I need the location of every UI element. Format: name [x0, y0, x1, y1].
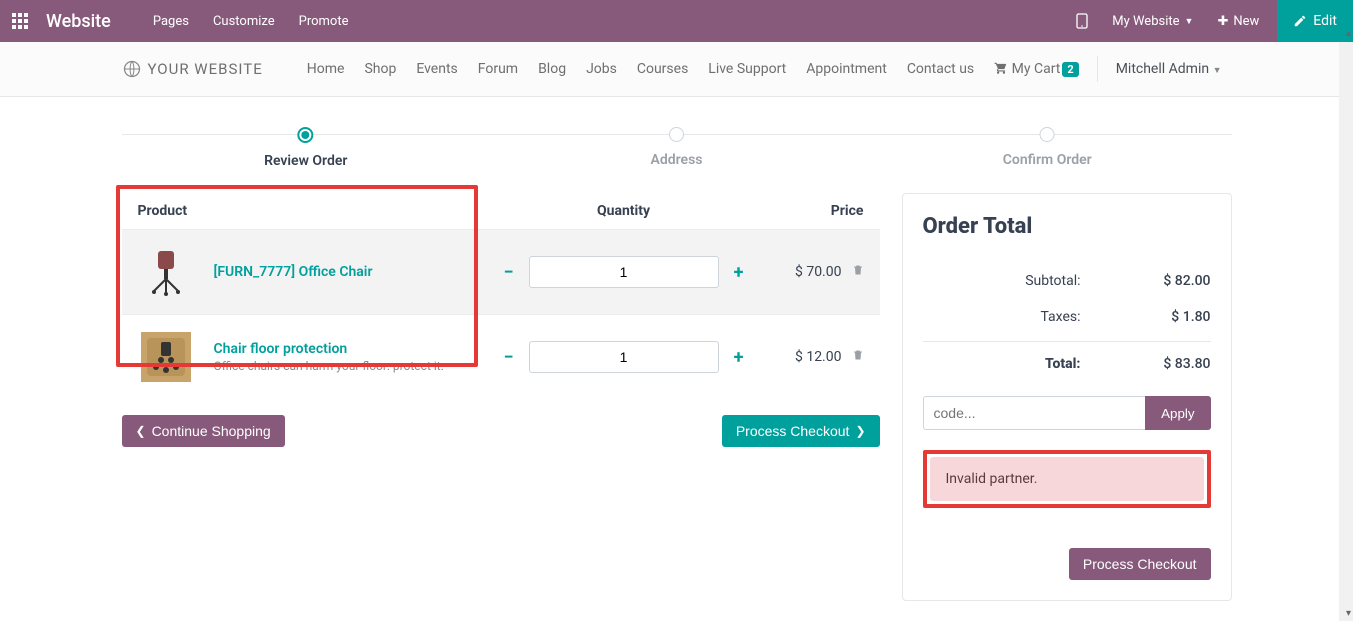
subtotal-value: $ 82.00	[1111, 273, 1211, 289]
pencil-icon	[1293, 14, 1307, 28]
error-alert: Invalid partner.	[930, 457, 1204, 501]
order-total-box: Order Total Subtotal:$ 82.00 Taxes:$ 1.8…	[902, 193, 1232, 601]
cart-line-item: Chair floor protection Office chairs can…	[122, 314, 880, 399]
line-price: $ 70.00	[795, 264, 842, 280]
nav-forum[interactable]: Forum	[468, 53, 528, 85]
nav-courses[interactable]: Courses	[627, 53, 698, 85]
topbar-link-promote[interactable]: Promote	[289, 6, 359, 37]
caret-down-icon: ▼	[1185, 16, 1194, 27]
qty-decrease-button[interactable]: −	[501, 262, 517, 283]
nav-contact[interactable]: Contact us	[897, 53, 984, 85]
taxes-label: Taxes:	[923, 309, 1111, 325]
taxes-value: $ 1.80	[1111, 309, 1211, 325]
globe-icon	[122, 59, 142, 79]
th-quantity: Quantity	[494, 203, 754, 219]
process-checkout-button-2[interactable]: Process Checkout	[1069, 548, 1211, 580]
continue-shopping-button[interactable]: ❮Continue Shopping	[122, 415, 285, 447]
apply-promo-button[interactable]: Apply	[1145, 396, 1210, 430]
nav-live-support[interactable]: Live Support	[698, 53, 796, 85]
order-total-title: Order Total	[923, 214, 1211, 239]
cart-table: Product Quantity Price [FURN_7777] Offic…	[122, 193, 880, 447]
nav-home[interactable]: Home	[297, 53, 355, 85]
checkout-wizard: Review Order Address Confirm Order	[122, 127, 1232, 175]
total-label: Total:	[923, 356, 1111, 372]
edit-button[interactable]: Edit	[1277, 0, 1353, 42]
topbar-link-customize[interactable]: Customize	[203, 6, 285, 37]
product-name[interactable]: Chair floor protection	[214, 341, 494, 357]
mobile-preview-icon[interactable]	[1066, 5, 1098, 37]
cart-count-badge: 2	[1062, 62, 1078, 77]
user-dropdown[interactable]: Mitchell Admin ▼	[1106, 53, 1232, 85]
nav-shop[interactable]: Shop	[354, 53, 406, 85]
annotation-highlight-error: Invalid partner.	[923, 450, 1211, 508]
product-thumbnail	[138, 329, 194, 385]
total-value: $ 83.80	[1111, 356, 1211, 372]
line-price: $ 12.00	[795, 349, 842, 365]
scroll-down-arrow[interactable]: ▾	[1346, 608, 1351, 619]
qty-increase-button[interactable]: +	[731, 262, 747, 283]
subtotal-label: Subtotal:	[923, 273, 1111, 289]
nav-events[interactable]: Events	[406, 53, 467, 85]
new-button[interactable]: ✚New	[1207, 6, 1269, 37]
product-description: Office chairs can harm your floor: prote…	[214, 359, 494, 373]
th-price: Price	[754, 203, 864, 219]
scroll-up-arrow[interactable]: ▴	[1346, 28, 1351, 39]
wizard-step-review[interactable]: Review Order	[264, 127, 347, 169]
chevron-right-icon: ❯	[855, 424, 865, 438]
remove-line-icon[interactable]	[852, 263, 864, 281]
remove-line-icon[interactable]	[852, 348, 864, 366]
caret-down-icon: ▼	[1213, 66, 1222, 76]
my-website-dropdown[interactable]: My Website ▼	[1102, 6, 1203, 37]
app-brand: Website	[46, 11, 111, 32]
nav-jobs[interactable]: Jobs	[576, 53, 627, 85]
plus-icon: ✚	[1217, 14, 1228, 29]
scrollbar[interactable]: ▴ ▾	[1339, 42, 1353, 621]
odoo-topbar: Website Pages Customize Promote My Websi…	[0, 0, 1353, 42]
wizard-step-address[interactable]: Address	[651, 127, 703, 168]
th-product: Product	[138, 203, 494, 219]
nav-my-cart[interactable]: My Cart2	[984, 53, 1089, 85]
qty-input[interactable]	[529, 256, 719, 288]
qty-increase-button[interactable]: +	[731, 347, 747, 368]
nav-appointment[interactable]: Appointment	[796, 53, 897, 85]
chevron-left-icon: ❮	[136, 424, 146, 438]
wizard-step-confirm[interactable]: Confirm Order	[1003, 127, 1092, 168]
cart-line-item: [FURN_7777] Office Chair − + $ 70.00	[122, 229, 880, 314]
site-logo[interactable]: YOUR WEBSITE	[122, 59, 263, 79]
apps-icon[interactable]	[12, 13, 28, 29]
product-name[interactable]: [FURN_7777] Office Chair	[214, 264, 494, 280]
qty-decrease-button[interactable]: −	[501, 347, 517, 368]
website-navbar: YOUR WEBSITE Home Shop Events Forum Blog…	[0, 42, 1353, 97]
promo-code-input[interactable]	[923, 396, 1146, 430]
nav-blog[interactable]: Blog	[528, 53, 576, 85]
product-thumbnail	[138, 244, 194, 300]
cart-icon	[994, 61, 1008, 75]
topbar-link-pages[interactable]: Pages	[143, 6, 199, 37]
qty-input[interactable]	[529, 341, 719, 373]
process-checkout-button[interactable]: Process Checkout❯	[722, 415, 880, 447]
